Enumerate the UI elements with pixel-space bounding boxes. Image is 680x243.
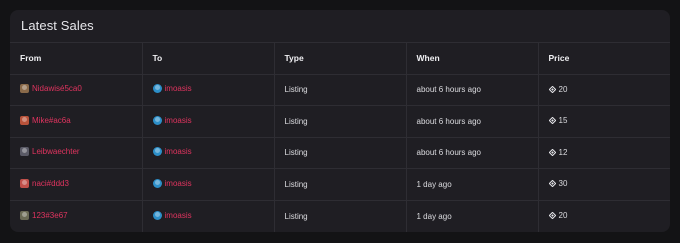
column-header-from: From bbox=[20, 53, 42, 64]
to-avatar[interactable] bbox=[152, 115, 162, 125]
to-user-link[interactable]: imoasis bbox=[165, 84, 192, 93]
price-value: 20 bbox=[558, 211, 568, 220]
column-header-when: When bbox=[405, 43, 538, 74]
price-cell: 12 bbox=[537, 137, 670, 169]
from-avatar[interactable] bbox=[20, 210, 29, 220]
table-row: Leibwaechter imoasis Listing about 6 hou… bbox=[10, 137, 670, 169]
price-value: 20 bbox=[558, 84, 568, 94]
from-user-link[interactable]: 123#3e67 bbox=[32, 211, 68, 220]
type-cell: Listing bbox=[273, 105, 406, 137]
when-cell: about 6 hours ago bbox=[405, 105, 538, 137]
from-avatar[interactable] bbox=[20, 178, 29, 188]
currency-diamond-icon bbox=[548, 85, 556, 93]
to-cell: imoasis bbox=[141, 200, 274, 232]
type-cell: Listing bbox=[273, 200, 406, 232]
currency-diamond-icon bbox=[548, 180, 556, 188]
price-cell: 20 bbox=[537, 74, 670, 106]
to-user-link[interactable]: imoasis bbox=[165, 116, 192, 125]
from-cell: naci#ddd3 bbox=[10, 169, 142, 201]
currency-diamond-icon bbox=[548, 148, 556, 156]
column-header-price: Price bbox=[537, 43, 670, 74]
to-avatar[interactable] bbox=[152, 210, 162, 220]
latest-sales-panel: Latest Sales From To Type When Price Nid… bbox=[10, 10, 670, 232]
from-avatar[interactable] bbox=[20, 115, 29, 125]
currency-diamond-icon bbox=[548, 212, 556, 219]
table-row: naci#ddd3 imoasis Listing 1 day ago 30 bbox=[10, 168, 670, 201]
to-avatar[interactable] bbox=[152, 147, 162, 157]
price-value: 15 bbox=[558, 116, 568, 126]
table-header-row: From To Type When Price bbox=[10, 43, 670, 74]
table-row: 123#3e67 imoasis Listing 1 day ago 20 bbox=[10, 200, 670, 232]
from-cell: Leibwaechter bbox=[10, 137, 142, 169]
to-cell: imoasis bbox=[141, 105, 274, 137]
type-cell: Listing bbox=[273, 168, 406, 200]
from-cell: Nidawisé5ca0 bbox=[10, 74, 142, 106]
table-body: Nidawisé5ca0 imoasis Listing about 6 hou… bbox=[10, 74, 670, 232]
from-avatar[interactable] bbox=[20, 84, 29, 94]
price-cell: 30 bbox=[537, 168, 670, 200]
sales-table: From To Type When Price Nidawisé5ca0 imo… bbox=[10, 43, 670, 232]
from-cell: 123#3e67 bbox=[10, 200, 142, 232]
price-value: 30 bbox=[558, 179, 568, 189]
from-avatar[interactable] bbox=[20, 147, 29, 157]
panel-title: Latest Sales bbox=[21, 18, 94, 33]
table-row: Nidawisé5ca0 imoasis Listing about 6 hou… bbox=[10, 74, 670, 106]
to-cell: imoasis bbox=[141, 168, 274, 200]
to-user-link[interactable]: imoasis bbox=[165, 211, 192, 220]
to-avatar[interactable] bbox=[152, 84, 162, 94]
table-row: Mike#ac6a imoasis Listing about 6 hours … bbox=[10, 105, 670, 138]
price-cell: 15 bbox=[537, 105, 670, 137]
when-cell: 1 day ago bbox=[405, 168, 538, 200]
type-cell: Listing bbox=[273, 137, 406, 169]
column-header-to: To bbox=[141, 43, 274, 74]
from-user-link[interactable]: naci#ddd3 bbox=[32, 179, 69, 188]
to-avatar[interactable] bbox=[152, 178, 162, 188]
currency-diamond-icon bbox=[548, 117, 556, 125]
from-user-link[interactable]: Nidawisé5ca0 bbox=[32, 84, 82, 93]
from-user-link[interactable]: Mike#ac6a bbox=[32, 116, 71, 125]
to-cell: imoasis bbox=[141, 74, 274, 106]
to-user-link[interactable]: imoasis bbox=[165, 147, 192, 156]
price-value: 12 bbox=[558, 147, 568, 157]
when-cell: 1 day ago bbox=[405, 200, 538, 232]
to-user-link[interactable]: imoasis bbox=[165, 179, 192, 188]
when-cell: about 6 hours ago bbox=[405, 137, 538, 169]
price-cell: 20 bbox=[537, 200, 670, 232]
to-cell: imoasis bbox=[141, 137, 274, 169]
from-cell: Mike#ac6a bbox=[10, 106, 142, 138]
column-header-type: Type bbox=[273, 43, 406, 74]
type-cell: Listing bbox=[273, 74, 406, 106]
when-cell: about 6 hours ago bbox=[405, 74, 538, 106]
from-user-link[interactable]: Leibwaechter bbox=[32, 147, 80, 156]
